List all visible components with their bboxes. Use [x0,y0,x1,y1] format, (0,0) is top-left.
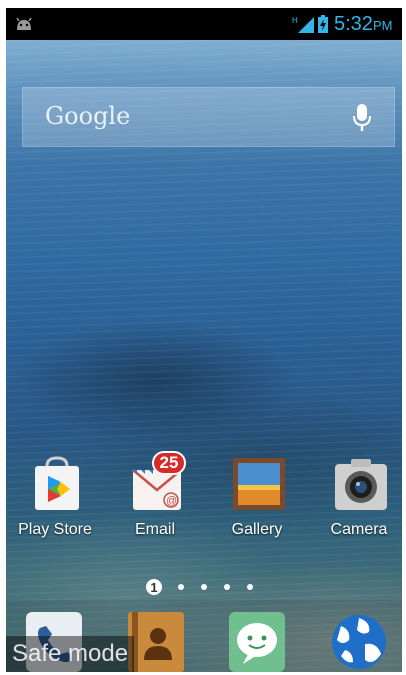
app-play-store[interactable]: Play Store [7,456,103,548]
unread-count-badge: 25 [152,451,186,475]
home-screen: H 5:32PM Google Play Store @ Email 25 Ga… [6,8,402,672]
page-dot [247,584,253,590]
current-page-number: 1 [150,580,157,595]
page-dot [178,584,184,590]
safe-mode-label: Safe mode [6,636,135,672]
page-indicator[interactable]: 1 [146,579,256,595]
play-store-icon [35,456,79,510]
contacts-icon[interactable] [128,612,184,672]
app-gallery[interactable]: Gallery [209,456,305,548]
clock-time: 5:32 [334,13,373,35]
status-bar[interactable]: H 5:32PM [6,8,402,40]
signal-hspa-icon: H [292,16,314,33]
app-label: Camera [330,521,388,538]
app-label: Gallery [231,521,283,538]
clock-ampm: PM [372,18,393,33]
app-label: Play Store [18,521,92,538]
battery-charging-icon [318,15,328,33]
svg-text:H: H [292,16,298,25]
app-label: Email [134,521,175,538]
clock[interactable]: 5:32PM [334,14,392,36]
gallery-icon [233,458,285,510]
mic-icon[interactable] [352,103,372,133]
camera-icon [335,459,387,510]
page-dot [224,584,230,590]
messaging-icon[interactable] [229,612,285,672]
android-icon [16,17,32,30]
page-dot [201,584,207,590]
svg-text:@: @ [166,495,177,507]
browser-icon[interactable] [331,612,387,672]
google-label: Google [45,102,131,130]
google-search-bar[interactable]: Google [22,87,395,147]
app-camera[interactable]: Camera [311,456,402,548]
